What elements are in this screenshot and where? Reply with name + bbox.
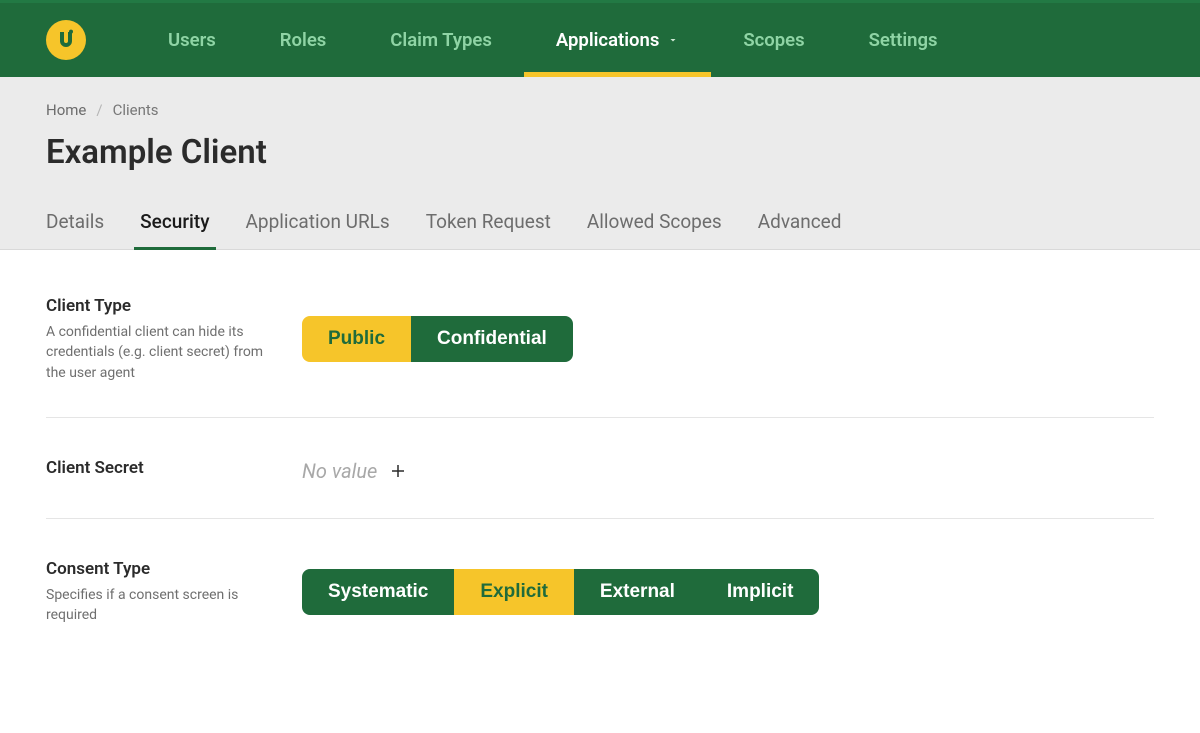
- nav-item-roles[interactable]: Roles: [248, 3, 359, 77]
- field-help-client-type: A confidential client can hide its crede…: [46, 322, 278, 383]
- field-client-secret: Client Secret No value: [46, 452, 1154, 519]
- consent-type-option-implicit[interactable]: Implicit: [701, 569, 820, 615]
- consent-type-option-external[interactable]: External: [574, 569, 701, 615]
- client-type-option-confidential[interactable]: Confidential: [411, 316, 573, 362]
- breadcrumb-item-clients: Clients: [113, 101, 159, 119]
- field-client-type: Client Type A confidential client can hi…: [46, 290, 1154, 418]
- tab-token-request[interactable]: Token Request: [426, 202, 551, 249]
- nav-item-claim-types[interactable]: Claim Types: [358, 3, 524, 77]
- plus-icon: [389, 462, 407, 480]
- logo-icon: [54, 28, 78, 52]
- nav-item-label: Settings: [869, 29, 938, 51]
- nav-item-label: Applications: [556, 29, 659, 51]
- nav-item-applications[interactable]: Applications: [524, 3, 711, 77]
- nav-item-label: Claim Types: [390, 29, 492, 51]
- breadcrumb-separator: /: [96, 101, 102, 119]
- field-title-client-type: Client Type: [46, 296, 278, 316]
- client-type-segmented: PublicConfidential: [302, 316, 573, 362]
- breadcrumb-item-home[interactable]: Home: [46, 101, 86, 119]
- field-title-client-secret: Client Secret: [46, 458, 278, 478]
- nav-item-users[interactable]: Users: [136, 3, 248, 77]
- tab-advanced[interactable]: Advanced: [758, 202, 842, 249]
- chevron-down-icon: [667, 34, 679, 46]
- field-title-consent-type: Consent Type: [46, 559, 278, 579]
- nav-item-scopes[interactable]: Scopes: [711, 3, 836, 77]
- client-secret-empty-value: No value: [302, 459, 377, 483]
- nav-item-label: Scopes: [743, 29, 804, 51]
- nav-item-settings[interactable]: Settings: [837, 3, 970, 77]
- tab-application-urls[interactable]: Application URLs: [246, 202, 390, 249]
- field-consent-type: Consent Type Specifies if a consent scre…: [46, 553, 1154, 660]
- breadcrumb: Home / Clients: [46, 101, 1154, 119]
- nav-item-label: Roles: [280, 29, 327, 51]
- consent-type-segmented: SystematicExplicitExternalImplicit: [302, 569, 819, 615]
- page-title: Example Client: [46, 133, 1154, 172]
- consent-type-option-explicit[interactable]: Explicit: [454, 569, 574, 615]
- consent-type-option-systematic[interactable]: Systematic: [302, 569, 454, 615]
- client-type-option-public[interactable]: Public: [302, 316, 411, 362]
- add-client-secret-button[interactable]: [387, 460, 409, 482]
- app-logo[interactable]: [46, 20, 86, 60]
- tab-security[interactable]: Security: [140, 202, 209, 249]
- tab-allowed-scopes[interactable]: Allowed Scopes: [587, 202, 722, 249]
- field-help-consent-type: Specifies if a consent screen is require…: [46, 585, 278, 626]
- tab-details[interactable]: Details: [46, 202, 104, 249]
- nav-item-label: Users: [168, 29, 216, 51]
- top-nav: Users Roles Claim Types Applications Scopes S…: [0, 3, 1200, 77]
